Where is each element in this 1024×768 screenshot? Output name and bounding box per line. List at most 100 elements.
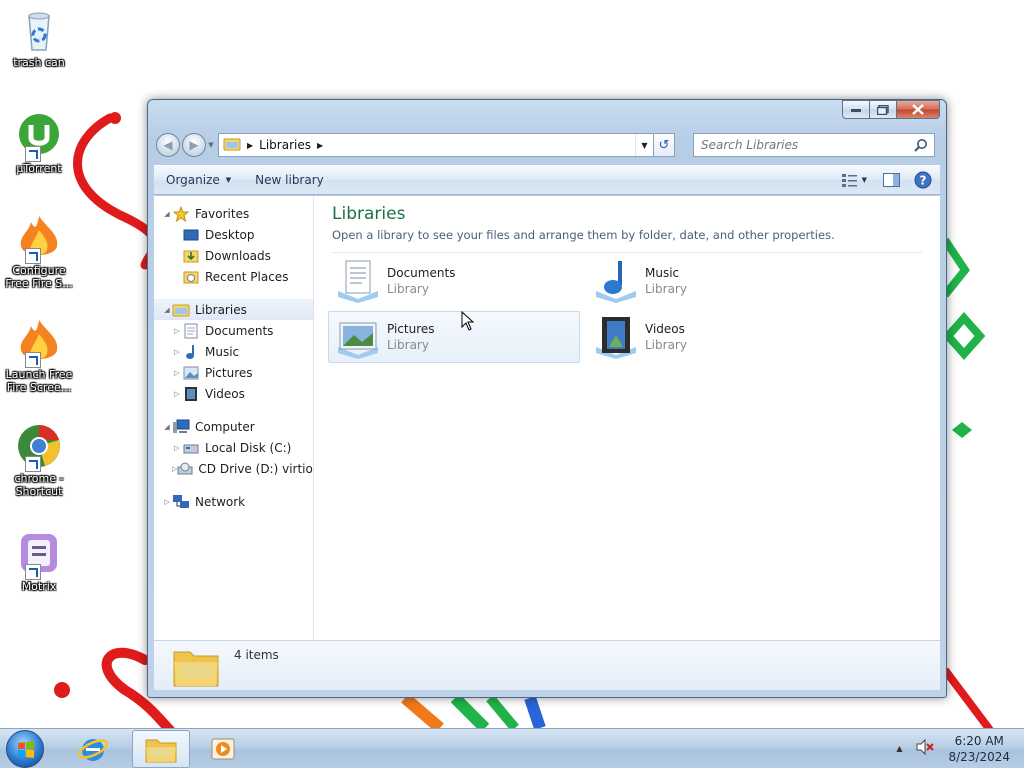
tile-name: Pictures bbox=[387, 322, 435, 336]
view-dropdown-button[interactable]: ▼ bbox=[862, 169, 867, 191]
help-icon: ? bbox=[914, 171, 932, 189]
desktop-icon-launch-free-fire[interactable]: Launch Free Fire Scree... bbox=[2, 318, 76, 394]
nav-item-videos[interactable]: ▷ Videos bbox=[154, 383, 313, 404]
computer-icon bbox=[172, 419, 190, 435]
clock[interactable]: 6:20 AM 8/23/2024 bbox=[948, 733, 1010, 765]
breadcrumb-arrow-icon[interactable]: ▶ bbox=[317, 141, 323, 150]
nav-item-music[interactable]: ▷ Music bbox=[154, 341, 313, 362]
breadcrumb-libraries[interactable]: Libraries bbox=[259, 138, 311, 152]
library-tile-pictures[interactable]: Pictures Library bbox=[328, 311, 580, 363]
view-options-icon bbox=[841, 174, 857, 187]
desktop-icon-label: chrome - Shortcut bbox=[14, 472, 64, 498]
documents-icon bbox=[182, 323, 200, 339]
address-bar[interactable]: ▶ Libraries ▶ ▼ bbox=[218, 133, 654, 157]
expand-arrow-icon[interactable]: ▷ bbox=[172, 390, 182, 398]
shortcut-arrow-icon bbox=[25, 564, 41, 580]
documents-library-icon bbox=[333, 259, 383, 303]
content-area: ◢ Favorites Desktop Downloads Recent Pla… bbox=[154, 196, 940, 640]
search-icon[interactable] bbox=[914, 138, 928, 155]
details-pane: 4 items bbox=[154, 640, 940, 690]
taskbar-internet-explorer[interactable] bbox=[64, 730, 122, 768]
search-input[interactable] bbox=[701, 138, 901, 152]
breadcrumb-arrow-icon[interactable]: ▶ bbox=[247, 141, 253, 150]
recycle-bin-icon bbox=[15, 6, 63, 54]
recent-pages-dropdown[interactable]: ▼ bbox=[206, 141, 216, 149]
expand-arrow-icon[interactable]: ▷ bbox=[172, 369, 182, 377]
nav-item-recent-places[interactable]: Recent Places bbox=[154, 266, 313, 287]
nav-item-libraries[interactable]: ◢ Libraries bbox=[154, 299, 313, 320]
navigation-pane: ◢ Favorites Desktop Downloads Recent Pla… bbox=[154, 196, 314, 640]
nav-item-favorites[interactable]: ◢ Favorites bbox=[154, 203, 313, 224]
tile-type: Library bbox=[645, 338, 687, 352]
desktop-icon-configure-free-fire[interactable]: Configure Free Fire S... bbox=[2, 214, 76, 290]
new-library-button[interactable]: New library bbox=[243, 167, 336, 193]
libraries-folder-icon bbox=[172, 644, 222, 688]
expand-arrow-icon[interactable]: ▷ bbox=[162, 498, 172, 506]
preview-pane-button[interactable] bbox=[883, 169, 900, 191]
collapse-arrow-icon[interactable]: ◢ bbox=[162, 210, 172, 218]
search-box[interactable] bbox=[693, 133, 935, 157]
nav-label: Favorites bbox=[195, 206, 250, 221]
chevron-down-icon: ▼ bbox=[225, 176, 232, 184]
organize-button[interactable]: Organize ▼ bbox=[154, 167, 243, 193]
help-button[interactable]: ? bbox=[914, 169, 932, 191]
organize-label: Organize bbox=[166, 173, 220, 187]
refresh-icon: ↺ bbox=[658, 137, 670, 153]
expand-arrow-icon[interactable]: ▷ bbox=[172, 444, 182, 452]
start-button[interactable] bbox=[6, 729, 44, 768]
hard-disk-icon bbox=[182, 440, 200, 456]
address-history-dropdown[interactable]: ▼ bbox=[635, 134, 653, 156]
minimize-button[interactable] bbox=[842, 100, 870, 119]
navigation-bar: ◀ ▶ ▼ ▶ Libraries ▶ ▼ ↺ bbox=[156, 132, 938, 158]
expand-arrow-icon[interactable]: ▷ bbox=[172, 348, 182, 356]
taskbar-windows-explorer[interactable] bbox=[132, 729, 190, 768]
nav-item-pictures[interactable]: ▷ Pictures bbox=[154, 362, 313, 383]
nav-item-downloads[interactable]: Downloads bbox=[154, 245, 313, 266]
motrix-icon bbox=[15, 530, 63, 580]
nav-item-documents[interactable]: ▷ Documents bbox=[154, 320, 313, 341]
item-count: 4 items bbox=[234, 647, 279, 662]
library-tile-documents[interactable]: Documents Library bbox=[328, 255, 580, 307]
nav-label: Documents bbox=[205, 323, 274, 338]
desktop-icon-trash-can[interactable]: trash can bbox=[2, 6, 76, 69]
nav-item-cd-drive[interactable]: ▷ CD Drive (D:) virtio-w bbox=[154, 458, 313, 479]
desktop-icon-label: Configure Free Fire S... bbox=[5, 264, 73, 290]
shortcut-arrow-icon bbox=[25, 248, 41, 264]
explorer-window: ◀ ▶ ▼ ▶ Libraries ▶ ▼ ↺ Organize ▼ New l… bbox=[147, 99, 947, 698]
clock-time: 6:20 AM bbox=[954, 733, 1004, 748]
change-view-button[interactable] bbox=[841, 169, 858, 191]
expand-arrow-icon[interactable]: ▷ bbox=[172, 327, 182, 335]
tile-type: Library bbox=[645, 282, 687, 296]
page-subtitle: Open a library to see your files and arr… bbox=[332, 228, 922, 253]
command-bar: Organize ▼ New library ▼ ? bbox=[154, 165, 940, 195]
clock-date: 8/23/2024 bbox=[948, 749, 1010, 764]
collapse-arrow-icon[interactable]: ◢ bbox=[162, 306, 172, 314]
desktop-icon-motrix[interactable]: Motrix bbox=[2, 530, 76, 593]
library-tile-videos[interactable]: Videos Library bbox=[586, 311, 838, 363]
fire-icon bbox=[15, 214, 63, 264]
music-icon bbox=[182, 344, 200, 360]
nav-item-local-disk[interactable]: ▷ Local Disk (C:) bbox=[154, 437, 313, 458]
shortcut-arrow-icon bbox=[25, 456, 41, 472]
minimize-icon bbox=[851, 108, 861, 112]
maximize-button[interactable] bbox=[870, 100, 897, 119]
library-tile-music[interactable]: Music Library bbox=[586, 255, 838, 307]
show-hidden-icons-button[interactable]: ▲ bbox=[896, 744, 902, 753]
libraries-icon bbox=[172, 302, 190, 318]
refresh-button[interactable]: ↺ bbox=[653, 133, 675, 157]
preview-pane-icon bbox=[883, 173, 900, 187]
close-button[interactable] bbox=[897, 100, 940, 119]
collapse-arrow-icon[interactable]: ◢ bbox=[162, 423, 172, 431]
taskbar-media-player[interactable] bbox=[194, 730, 252, 768]
nav-label: Network bbox=[195, 494, 246, 509]
forward-button[interactable]: ▶ bbox=[182, 133, 206, 157]
desktop-icon-chrome-shortcut[interactable]: chrome - Shortcut bbox=[2, 422, 76, 498]
nav-label: Videos bbox=[205, 386, 245, 401]
back-button[interactable]: ◀ bbox=[156, 133, 180, 157]
nav-item-computer[interactable]: ◢ Computer bbox=[154, 416, 313, 437]
volume-muted-icon[interactable] bbox=[916, 738, 935, 758]
nav-item-desktop[interactable]: Desktop bbox=[154, 224, 313, 245]
windows-logo-icon bbox=[18, 740, 34, 758]
desktop-icon-utorrent[interactable]: µTorrent bbox=[2, 112, 76, 175]
nav-item-network[interactable]: ▷ Network bbox=[154, 491, 313, 512]
